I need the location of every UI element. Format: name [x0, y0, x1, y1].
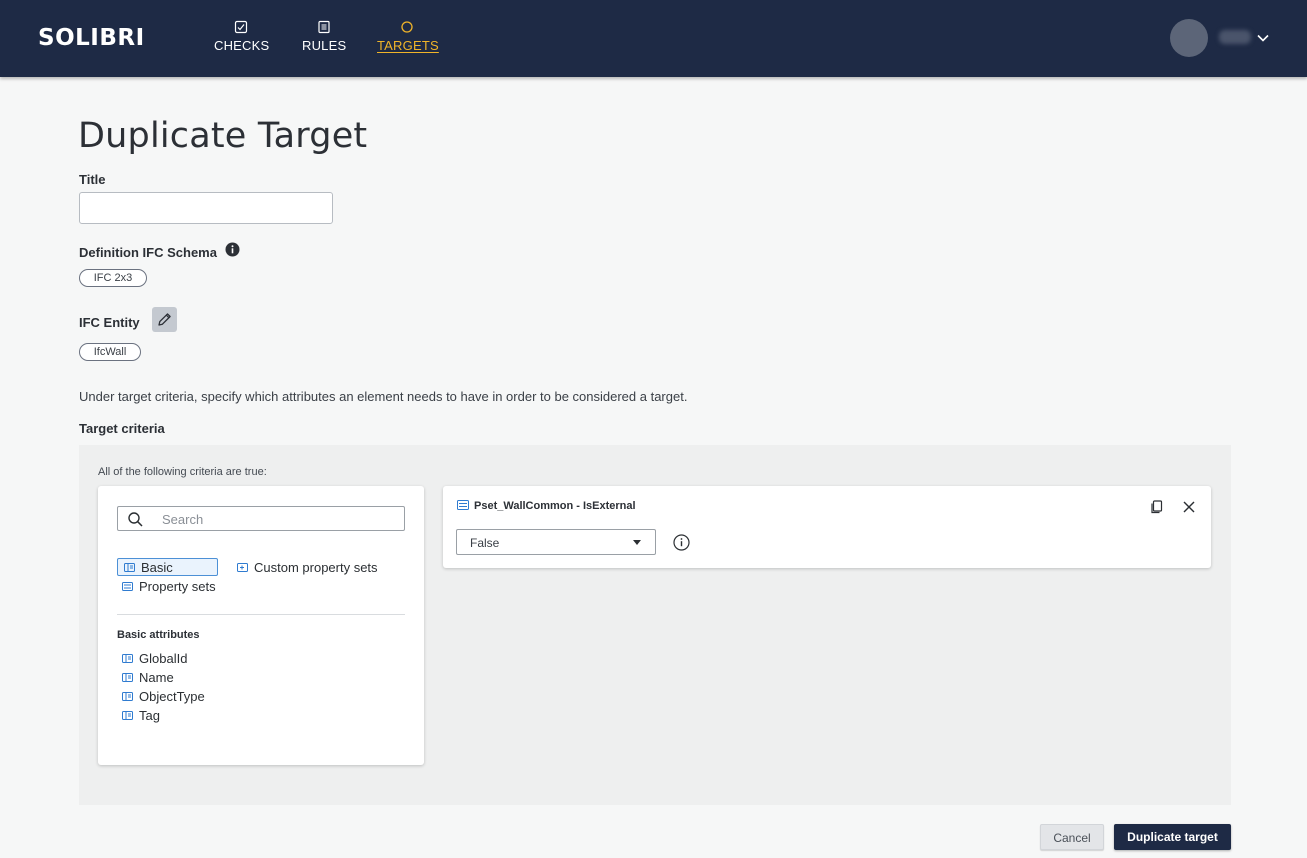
attribute-item-tag[interactable]: Tag: [122, 708, 160, 723]
category-basic-label: Basic: [141, 560, 173, 575]
nav-checks-label: CHECKS: [214, 38, 270, 53]
search-input[interactable]: [162, 511, 392, 527]
category-basic[interactable]: Basic: [117, 558, 218, 576]
attribute-picker-panel: Basic Custom property sets Property sets…: [98, 486, 424, 765]
criteria-note: All of the following criteria are true:: [98, 466, 267, 478]
user-avatar[interactable]: [1170, 19, 1208, 57]
divider: [117, 614, 405, 615]
custom-property-set-icon: [237, 563, 248, 573]
edit-entity-button[interactable]: [152, 307, 177, 332]
info-icon[interactable]: [673, 534, 690, 551]
user-name-blurred[interactable]: [1219, 30, 1251, 44]
attribute-icon: [122, 711, 133, 721]
schema-chip: IFC 2x3: [79, 269, 147, 287]
entity-chip: IfcWall: [79, 343, 141, 361]
solibri-logo[interactable]: SOLIBRI: [38, 25, 145, 51]
category-property-sets-label: Property sets: [139, 579, 216, 594]
nav-targets[interactable]: TARGETS: [377, 20, 439, 53]
criterion-value: False: [470, 536, 500, 550]
attribute-icon: [122, 654, 133, 664]
checks-icon: [234, 20, 248, 34]
close-icon[interactable]: [1183, 501, 1195, 513]
criterion-title: Pset_WallCommon - IsExternal: [457, 500, 636, 512]
category-custom-label: Custom property sets: [254, 560, 378, 575]
duplicate-target-button[interactable]: Duplicate target: [1114, 824, 1231, 850]
nav-checks[interactable]: CHECKS: [214, 20, 270, 53]
category-custom-property-sets[interactable]: Custom property sets: [237, 559, 378, 577]
criteria-area: All of the following criteria are true: …: [79, 445, 1231, 805]
attribute-icon: [124, 563, 135, 573]
caret-down-icon: [633, 540, 641, 545]
cancel-button[interactable]: Cancel: [1040, 824, 1104, 850]
attribute-item-name[interactable]: Name: [122, 670, 174, 685]
nav-targets-label: TARGETS: [377, 38, 439, 53]
top-navigation-bar: SOLIBRI CHECKS RULES TARGETS: [0, 0, 1307, 77]
pencil-icon: [158, 313, 171, 326]
title-input[interactable]: [79, 192, 333, 224]
chevron-down-icon[interactable]: [1256, 31, 1270, 45]
attribute-label: Tag: [139, 708, 160, 723]
attribute-label: Name: [139, 670, 174, 685]
attribute-label: GlobalId: [139, 651, 188, 666]
property-set-icon: [457, 500, 469, 511]
criterion-title-label: Pset_WallCommon - IsExternal: [474, 500, 636, 512]
rules-icon: [318, 20, 330, 34]
search-box[interactable]: [117, 506, 405, 531]
copy-icon[interactable]: [1150, 500, 1164, 514]
nav-rules-label: RULES: [302, 38, 347, 53]
basic-attributes-heading: Basic attributes: [117, 629, 200, 641]
info-icon[interactable]: [225, 242, 240, 257]
property-set-icon: [122, 582, 133, 592]
targets-icon: [401, 21, 413, 33]
attribute-icon: [122, 673, 133, 683]
entity-label: IFC Entity: [79, 315, 140, 330]
schema-label: Definition IFC Schema: [79, 245, 217, 260]
attribute-label: ObjectType: [139, 689, 205, 704]
help-text: Under target criteria, specify which att…: [79, 389, 688, 404]
attribute-item-objecttype[interactable]: ObjectType: [122, 689, 205, 704]
attribute-icon: [122, 692, 133, 702]
criterion-card: Pset_WallCommon - IsExternal False: [443, 486, 1211, 568]
title-field-label: Title: [79, 172, 106, 187]
attribute-item-globalid[interactable]: GlobalId: [122, 651, 187, 666]
criterion-value-select[interactable]: False: [456, 529, 656, 555]
target-criteria-label: Target criteria: [79, 421, 165, 436]
nav-rules[interactable]: RULES: [302, 20, 346, 53]
page-title: Duplicate Target: [78, 116, 368, 156]
search-icon: [128, 512, 143, 527]
category-property-sets[interactable]: Property sets: [122, 578, 216, 596]
